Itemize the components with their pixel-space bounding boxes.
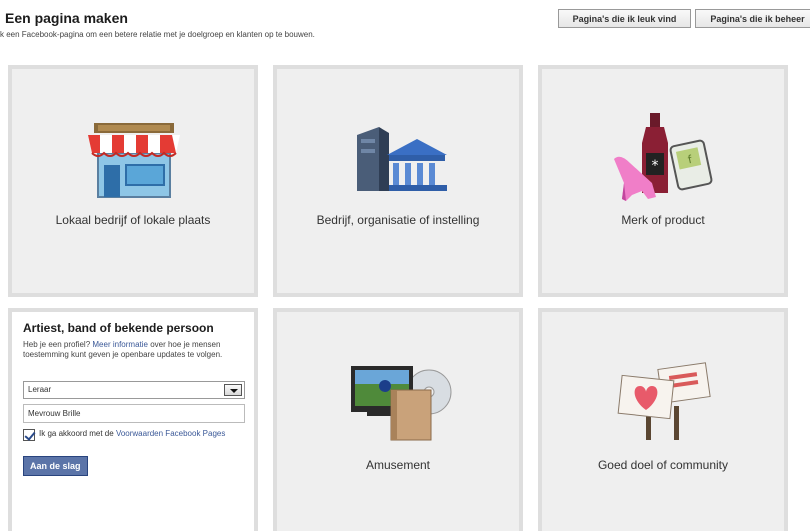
terms-checkbox[interactable] [23,429,35,441]
managed-pages-button[interactable]: Pagina's die ik beheer [695,9,810,28]
artist-form-title: Artiest, band of bekende persoon [23,321,214,335]
storefront-icon [88,123,180,198]
tile-company-organization[interactable]: Bedrijf, organisatie of instelling [273,65,523,297]
terms-label: Ik ga akkoord met de Voorwaarden Faceboo… [39,429,249,439]
terms-text: Ik ga akkoord met de [39,429,116,438]
chevron-down-icon[interactable] [224,384,242,396]
tile-label: Bedrijf, organisatie of instelling [316,213,480,227]
liked-pages-button[interactable]: Pagina's die ik leuk vind [558,9,691,28]
artist-form-description: Heb je een profiel? Meer informatie over… [23,340,248,360]
media-icon [351,366,452,441]
page-title: Een pagina maken [5,10,128,26]
svg-text:*: * [652,158,659,174]
category-select[interactable]: Leraar [23,381,245,399]
products-icon: * f [614,113,713,201]
tile-brand-product[interactable]: * f Merk of product [538,65,788,297]
artist-form-panel: Artiest, band of bekende persoon Heb je … [8,308,258,531]
description-text: Heb je een profiel? [23,340,93,349]
name-input[interactable]: Mevrouw Brille [23,404,245,423]
more-info-link[interactable]: Meer informatie [92,340,148,349]
page-subtitle: k een Facebook-pagina om een betere rela… [0,30,315,39]
buildings-icon [357,127,447,191]
terms-link[interactable]: Voorwaarden Facebook Pages [116,429,225,438]
category-select-value: Leraar [28,385,52,394]
tile-entertainment[interactable]: Amusement [273,308,523,531]
tile-label: Lokaal bedrijf of lokale plaats [55,213,211,227]
tile-label: Merk of product [621,213,705,227]
get-started-button[interactable]: Aan de slag [23,456,88,476]
signs-icon [617,362,711,440]
tile-cause-community[interactable]: Goed doel of community [538,308,788,531]
tile-label: Goed doel of community [597,458,729,472]
tile-label: Amusement [365,458,431,472]
tile-local-business[interactable]: Lokaal bedrijf of lokale plaats [8,65,258,297]
